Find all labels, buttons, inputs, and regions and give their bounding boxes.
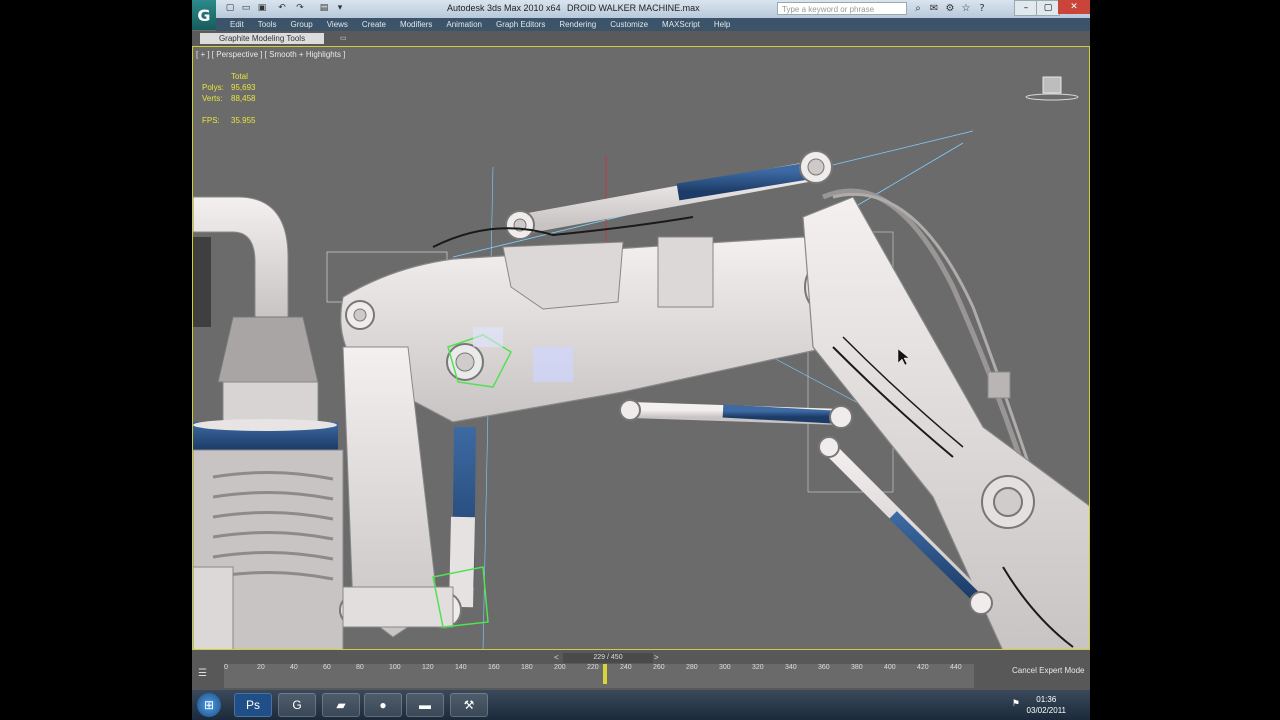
frame-tick: 100 (389, 664, 401, 671)
frame-tick: 200 (554, 664, 566, 671)
perspective-viewport[interactable]: [ + ] [ Perspective ] [ Smooth + Highlig… (192, 46, 1090, 650)
playhead[interactable] (603, 664, 607, 684)
undo-icon[interactable]: ↶ (276, 2, 288, 14)
app-logo-icon[interactable]: G (192, 0, 216, 30)
3dsmax-taskbar-button[interactable]: G (278, 693, 316, 717)
fps-value: 35.955 (231, 116, 256, 125)
frame-tick: 60 (323, 664, 331, 671)
menu-views[interactable]: Views (327, 20, 348, 29)
frame-tick: 220 (587, 664, 599, 671)
ribbon (192, 31, 1090, 46)
save-icon[interactable]: ▣ (256, 2, 268, 14)
menu-tools[interactable]: Tools (258, 20, 277, 29)
frame-tick: 340 (785, 664, 797, 671)
clock-date: 03/02/2011 (1026, 706, 1066, 715)
verts-label: Verts: (202, 94, 223, 103)
project-folder-icon[interactable]: ▤ (318, 2, 330, 14)
title-bar: ▢ ▭ ▣ ↶ ↷ ▤ ▾ Autodesk 3ds Max 2010 x64 … (192, 0, 1090, 18)
prev-frame-icon[interactable]: < (554, 653, 559, 662)
file-name: DROID WALKER MACHINE.max (567, 3, 700, 13)
photoshop-taskbar-button[interactable]: Ps (234, 693, 272, 717)
track-bar-icon[interactable]: ☰ (198, 668, 212, 680)
frame-tick: 320 (752, 664, 764, 671)
frame-tick: 40 (290, 664, 298, 671)
menu-help[interactable]: Help (714, 20, 730, 29)
frame-tick: 120 (422, 664, 434, 671)
menu-group[interactable]: Group (290, 20, 312, 29)
frame-tick: 400 (884, 664, 896, 671)
time-slider[interactable]: 229 / 450 (563, 653, 653, 663)
robot-arm-model (193, 76, 1089, 649)
frame-tick: 440 (950, 664, 962, 671)
favorites-icon[interactable]: ☆ (960, 2, 972, 14)
menu-bar: Edit Tools Group Views Create Modifiers … (216, 18, 1090, 31)
max-window: ▢ ▭ ▣ ↶ ↷ ▤ ▾ Autodesk 3ds Max 2010 x64 … (192, 0, 1090, 720)
sticky-notes-taskbar-button[interactable]: ▬ (406, 693, 444, 717)
subscription-icon[interactable]: ⚙ (944, 2, 956, 14)
timeline: < 229 / 450 > ☰ 0 20 40 60 80 100 120 140 160 180… (192, 650, 1090, 690)
clock-time: 01:36 (1036, 695, 1057, 704)
open-icon[interactable]: ▭ (240, 2, 252, 14)
menu-edit[interactable]: Edit (230, 20, 244, 29)
firefox-taskbar-button[interactable]: ● (364, 693, 402, 717)
infocenter-icon[interactable]: ✉ (928, 2, 940, 14)
search-binoculars-icon[interactable]: ⌕ (912, 2, 924, 14)
menu-rendering[interactable]: Rendering (559, 20, 596, 29)
clock[interactable]: 01:36 03/02/2011 (1027, 694, 1066, 716)
close-button[interactable]: ✕ (1058, 0, 1090, 14)
next-frame-icon[interactable]: > (654, 653, 659, 662)
menu-animation[interactable]: Animation (446, 20, 482, 29)
frame-tick: 240 (620, 664, 632, 671)
frame-tick: 20 (257, 664, 265, 671)
redo-icon[interactable]: ↷ (294, 2, 306, 14)
frame-tick: 260 (653, 664, 665, 671)
menu-graph-editors[interactable]: Graph Editors (496, 20, 545, 29)
frame-tick: 380 (851, 664, 863, 671)
tray-flag-icon[interactable]: ⚑ (1012, 698, 1020, 709)
viewport-label[interactable]: [ + ] [ Perspective ] [ Smooth + Highlig… (196, 50, 345, 59)
verts-value: 88,458 (231, 94, 256, 103)
polys-label: Polys: (202, 83, 224, 92)
minimize-button[interactable]: – (1014, 0, 1038, 16)
frame-tick: 80 (356, 664, 364, 671)
maximize-button[interactable]: ▢ (1036, 0, 1060, 16)
frame-tick: 420 (917, 664, 929, 671)
frame-tick: 160 (488, 664, 500, 671)
frame-tick: 360 (818, 664, 830, 671)
menu-maxscript[interactable]: MAXScript (662, 20, 700, 29)
frame-tick: 300 (719, 664, 731, 671)
menu-modifiers[interactable]: Modifiers (400, 20, 432, 29)
frame-tick: 0 (224, 664, 228, 671)
folder-taskbar-button[interactable]: ▰ (322, 693, 360, 717)
new-icon[interactable]: ▢ (224, 2, 236, 14)
fps-label: FPS: (202, 116, 220, 125)
dropdown-icon[interactable]: ▾ (334, 2, 346, 14)
ribbon-tab-graphite[interactable]: Graphite Modeling Tools (200, 33, 324, 44)
menu-create[interactable]: Create (362, 20, 386, 29)
menu-customize[interactable]: Customize (610, 20, 648, 29)
stats-header: Total (231, 72, 248, 81)
search-input[interactable]: Type a keyword or phrase (777, 2, 907, 15)
frame-tick: 180 (521, 664, 533, 671)
frame-tick: 140 (455, 664, 467, 671)
ribbon-toggle-icon[interactable]: ▭ (340, 35, 350, 42)
frame-tick: 280 (686, 664, 698, 671)
cancel-expert-mode-button[interactable]: Cancel Expert Mode (1012, 666, 1084, 675)
help-icon[interactable]: ? (976, 2, 988, 14)
start-button[interactable]: ⊞ (197, 693, 221, 717)
tool-taskbar-button[interactable]: ⚒ (450, 693, 488, 717)
polys-value: 95,693 (231, 83, 256, 92)
taskbar: ⊞ Ps G ▰ ● ▬ ⚒ ⚑ 01:36 03/02/2011 (192, 690, 1090, 720)
app-title: Autodesk 3ds Max 2010 x64 (447, 3, 561, 13)
